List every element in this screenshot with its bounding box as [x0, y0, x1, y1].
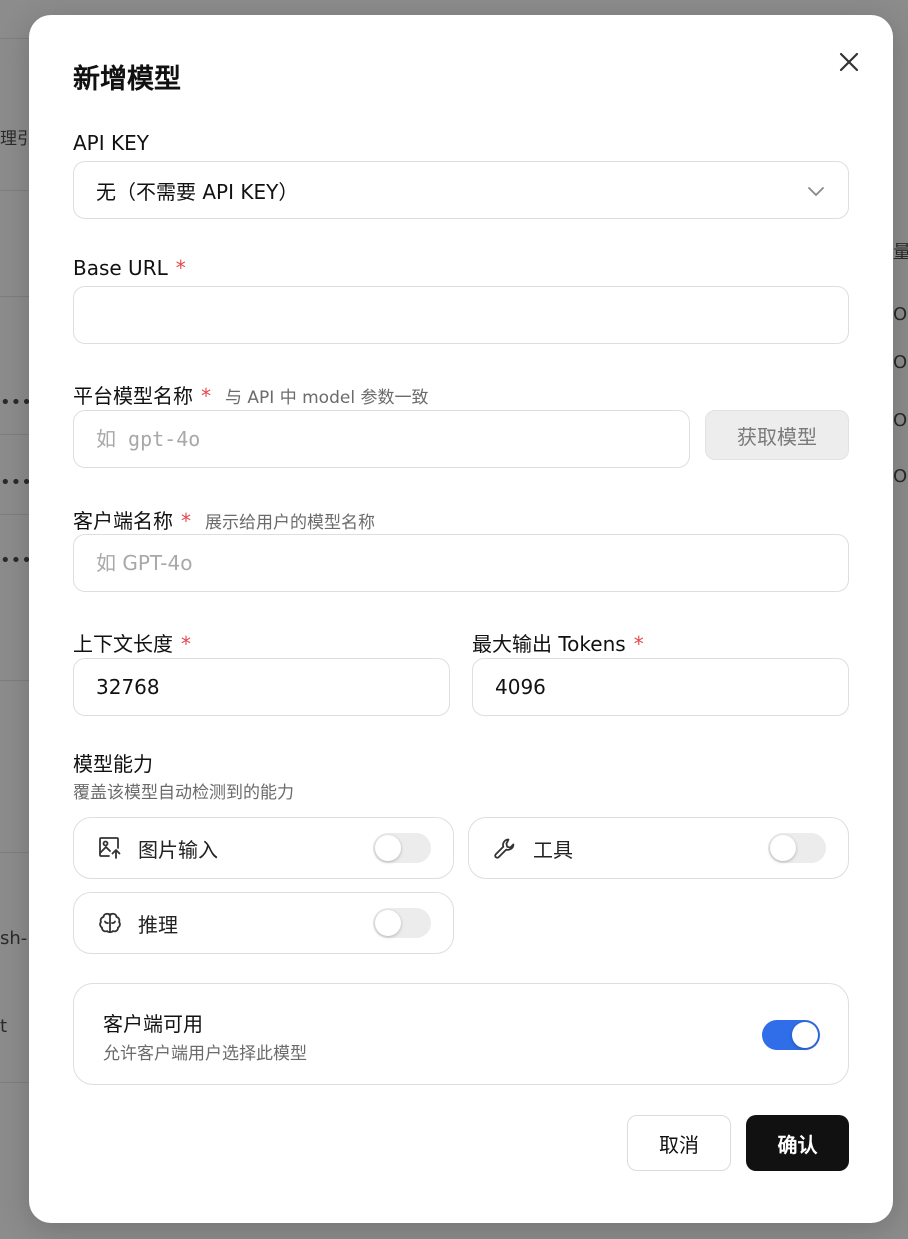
capabilities-title: 模型能力 — [73, 752, 153, 776]
base-url-label: Base URL * — [73, 256, 186, 280]
brain-icon — [99, 912, 121, 933]
reasoning-toggle[interactable] — [373, 908, 431, 938]
bg-fragment: ••• — [0, 392, 32, 413]
bg-fragment: t — [0, 1016, 8, 1037]
required-mark: * — [633, 632, 644, 656]
context-length-label: 上下文长度 * — [73, 632, 191, 656]
bg-fragment: ON — [893, 352, 908, 373]
client-available-toggle[interactable] — [762, 1020, 820, 1050]
client-available-subtitle: 允许客户端用户选择此模型 — [103, 1044, 307, 1064]
required-mark: * — [175, 256, 186, 280]
capability-image-input[interactable]: 图片输入 — [73, 817, 454, 879]
api-key-label: API KEY — [73, 131, 149, 155]
platform-model-label: 平台模型名称 * 与 API 中 model 参数一致 — [73, 384, 429, 408]
wrench-icon — [494, 838, 515, 859]
chevron-down-icon — [808, 187, 824, 196]
bg-fragment: ••• — [0, 472, 32, 493]
capability-label: 工具 — [533, 837, 573, 862]
client-available-title: 客户端可用 — [103, 1012, 203, 1036]
bg-fragment: ON — [893, 466, 908, 487]
bg-fragment: ON — [893, 410, 908, 431]
capability-label: 图片输入 — [138, 837, 218, 862]
client-name-input[interactable] — [73, 534, 849, 592]
toggle-knob — [375, 835, 401, 861]
confirm-button[interactable]: 确认 — [746, 1115, 849, 1171]
max-output-input[interactable] — [472, 658, 849, 716]
fetch-models-button[interactable]: 获取模型 — [705, 410, 849, 460]
image-input-toggle[interactable] — [373, 833, 431, 863]
capability-reasoning[interactable]: 推理 — [73, 892, 454, 954]
client-name-hint: 展示给用户的模型名称 — [205, 513, 375, 533]
bg-fragment: 量 — [893, 242, 908, 263]
platform-model-hint: 与 API 中 model 参数一致 — [225, 388, 429, 408]
client-available-card: 客户端可用 允许客户端用户选择此模型 — [73, 983, 849, 1085]
bg-fragment: ••• — [0, 550, 32, 571]
image-upload-icon — [99, 837, 121, 859]
bg-fragment: sh- — [0, 928, 28, 949]
toggle-knob — [375, 910, 401, 936]
api-key-select[interactable]: 无（不需要 API KEY） — [73, 161, 849, 219]
tools-toggle[interactable] — [768, 833, 826, 863]
platform-model-input[interactable] — [73, 410, 690, 468]
required-mark: * — [181, 632, 191, 656]
toggle-knob — [770, 835, 796, 861]
add-model-dialog: 新增模型 API KEY 无（不需要 API KEY） Base URL * 平台… — [29, 15, 893, 1223]
dialog-title: 新增模型 — [73, 64, 181, 95]
capabilities-subtitle: 覆盖该模型自动检测到的能力 — [73, 783, 294, 803]
close-icon[interactable] — [835, 48, 863, 76]
client-name-label: 客户端名称 * 展示给用户的模型名称 — [73, 509, 375, 533]
context-length-input[interactable] — [73, 658, 450, 716]
capability-label: 推理 — [138, 912, 178, 937]
toggle-knob — [792, 1022, 818, 1048]
max-output-label: 最大输出 Tokens * — [472, 632, 644, 656]
base-url-input[interactable] — [73, 286, 849, 344]
bg-fragment: ON — [893, 304, 908, 325]
capability-tools[interactable]: 工具 — [468, 817, 849, 879]
api-key-selected-value: 无（不需要 API KEY） — [96, 179, 299, 204]
required-mark: * — [201, 384, 211, 408]
cancel-button[interactable]: 取消 — [627, 1115, 731, 1171]
required-mark: * — [181, 509, 191, 533]
